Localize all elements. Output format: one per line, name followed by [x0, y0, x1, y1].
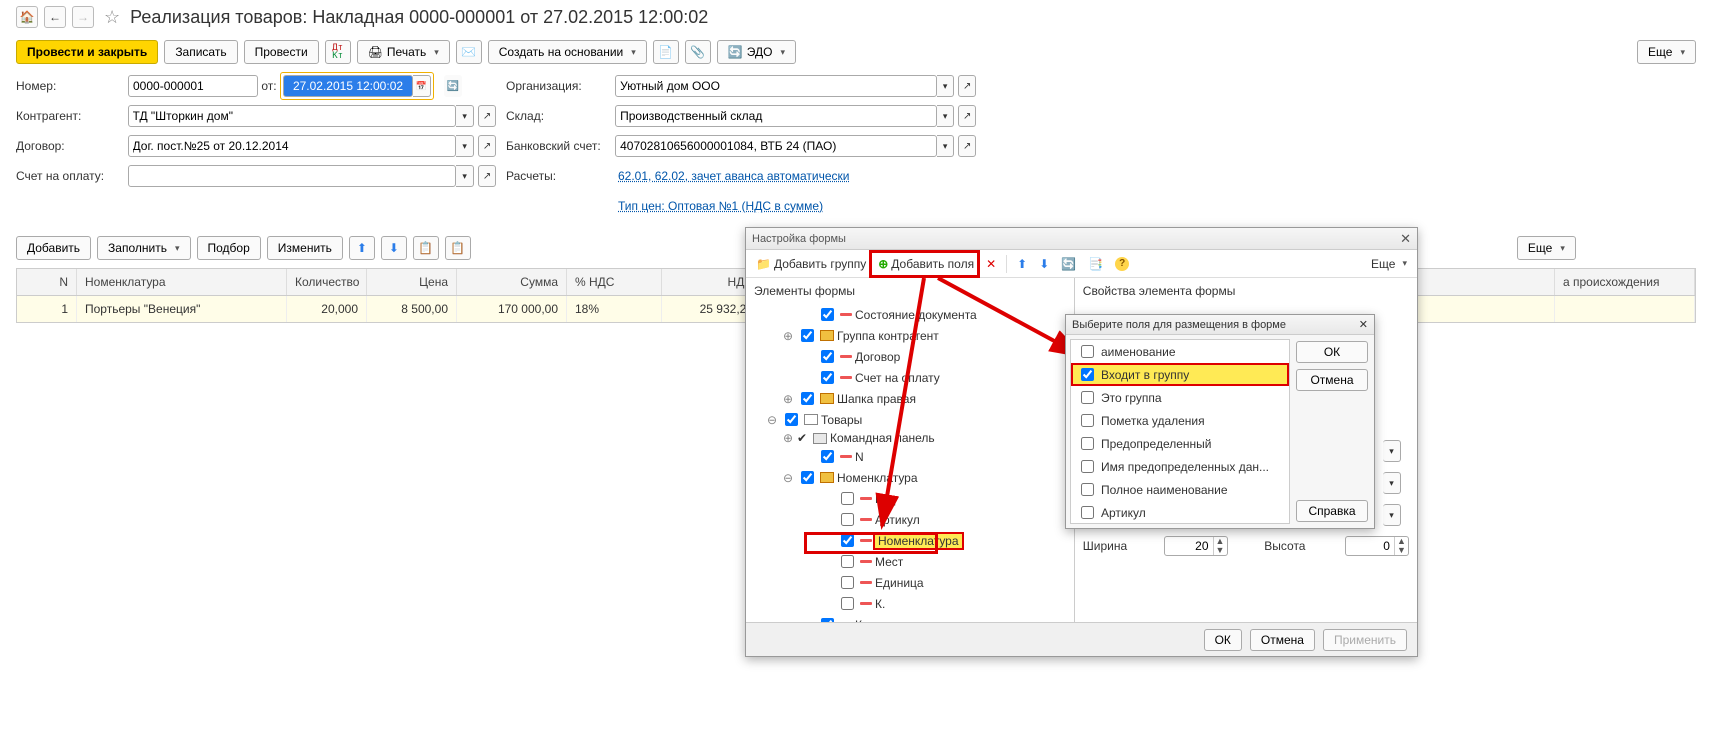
copy-icon[interactable]: 📑: [1084, 255, 1107, 273]
save-button[interactable]: Записать: [164, 40, 237, 64]
col-nomenclature: Номенклатура: [77, 269, 287, 295]
number-input[interactable]: [128, 75, 258, 97]
sub-help-button[interactable]: Справка: [1296, 500, 1368, 522]
tree-nomenclature-selected[interactable]: Номенклатура: [875, 534, 962, 548]
fill-dropdown[interactable]: Заполнить: [97, 236, 190, 260]
create-based-dropdown[interactable]: Создать на основании: [488, 40, 647, 64]
warehouse-dropdown[interactable]: ▾: [937, 105, 955, 127]
invoice-label: Счет на оплату:: [16, 169, 128, 183]
warehouse-label: Склад:: [506, 109, 615, 123]
copy-button-2[interactable]: 📋: [445, 236, 471, 260]
email-button[interactable]: ✉️: [456, 40, 482, 64]
dialog-close-icon[interactable]: ✕: [1400, 231, 1411, 247]
bank-open[interactable]: ↗: [958, 135, 976, 157]
counterparty-label: Контрагент:: [16, 109, 128, 123]
sub-cancel-button[interactable]: Отмена: [1296, 369, 1368, 391]
dialog-title: Настройка формы: [752, 233, 846, 245]
more-dropdown[interactable]: Еще: [1637, 40, 1696, 64]
home-button[interactable]: 🏠: [16, 6, 38, 28]
add-fields-button[interactable]: ⊕Добавить поля: [874, 255, 978, 273]
invoice-open[interactable]: ↗: [478, 165, 496, 187]
select-fields-close-icon[interactable]: ✕: [1359, 318, 1368, 331]
form-elements-title: Элементы формы: [750, 282, 1070, 304]
price-type-link[interactable]: Тип цен: Оптовая №1 (НДС в сумме): [618, 199, 823, 213]
bank-dropdown[interactable]: ▾: [937, 135, 955, 157]
element-properties-title: Свойства элемента формы: [1079, 282, 1413, 304]
width-spinner[interactable]: ▲▼: [1164, 536, 1228, 556]
from-label: от:: [258, 79, 280, 93]
calendar-button[interactable]: 📅: [413, 75, 431, 97]
add-group-button[interactable]: 📁Добавить группу: [752, 255, 870, 273]
settings-ok-button[interactable]: ОК: [1204, 629, 1242, 651]
col-nds-percent: % НДС: [567, 269, 662, 295]
select-button[interactable]: Подбор: [197, 236, 261, 260]
counterparty-input[interactable]: [128, 105, 457, 127]
help-icon[interactable]: ?: [1111, 255, 1133, 273]
copy-button-1[interactable]: 📋: [413, 236, 439, 260]
table-more-dropdown[interactable]: Еще: [1517, 236, 1576, 260]
edo-dropdown[interactable]: 🔄 ЭДО: [717, 40, 796, 64]
settings-apply-button[interactable]: Применить: [1323, 629, 1407, 651]
col-origin: а происхождения: [1555, 269, 1695, 295]
select-fields-title: Выберите поля для размещения в форме: [1072, 319, 1286, 331]
page-title: Реализация товаров: Накладная 0000-00000…: [130, 7, 708, 28]
invoice-dropdown[interactable]: ▾: [456, 165, 474, 187]
settings-more-dropdown[interactable]: Еще: [1367, 255, 1411, 273]
width-label: Ширина: [1083, 539, 1160, 553]
col-quantity: Количество: [287, 269, 367, 295]
move-up-button[interactable]: ⬆: [349, 236, 375, 260]
col-n: N: [17, 269, 77, 295]
calc-label: Расчеты:: [506, 169, 618, 183]
calc-link[interactable]: 62.01, 62.02, зачет аванса автоматически: [618, 169, 849, 183]
delete-button[interactable]: ✕: [982, 255, 1000, 273]
prop-dropdown-3[interactable]: ▾: [1383, 504, 1401, 526]
dtkt-button[interactable]: ДтКт: [325, 40, 351, 64]
attach-button[interactable]: 📎: [685, 40, 711, 64]
forward-button[interactable]: →: [72, 6, 94, 28]
invoice-input[interactable]: [128, 165, 457, 187]
col-price: Цена: [367, 269, 457, 295]
contract-input[interactable]: [128, 135, 457, 157]
date-input[interactable]: [283, 75, 413, 97]
post-button[interactable]: Провести: [244, 40, 319, 64]
post-and-close-button[interactable]: Провести и закрыть: [16, 40, 158, 64]
height-label: Высота: [1264, 539, 1341, 553]
org-input[interactable]: [615, 75, 937, 97]
contract-dropdown[interactable]: ▾: [456, 135, 474, 157]
field-in-group-row: Входит в группу: [1071, 363, 1289, 386]
settings-cancel-button[interactable]: Отмена: [1250, 629, 1315, 651]
available-fields-list[interactable]: аименование Входит в группу Это группа П…: [1070, 339, 1290, 524]
contract-open[interactable]: ↗: [478, 135, 496, 157]
bank-label: Банковский счет:: [506, 139, 615, 153]
org-label: Организация:: [506, 79, 615, 93]
number-label: Номер:: [16, 79, 128, 93]
prop-dropdown-2[interactable]: ▾: [1383, 472, 1401, 494]
move-up-icon[interactable]: ⬆: [1013, 255, 1031, 273]
move-down-button[interactable]: ⬇: [381, 236, 407, 260]
back-button[interactable]: ←: [44, 6, 66, 28]
move-down-icon[interactable]: ⬇: [1035, 255, 1053, 273]
sub-ok-button[interactable]: ОК: [1296, 341, 1368, 363]
warehouse-open[interactable]: ↗: [958, 105, 976, 127]
refresh-icon[interactable]: 🔄: [444, 75, 462, 97]
favorite-icon[interactable]: ☆: [104, 7, 120, 28]
contract-label: Договор:: [16, 139, 128, 153]
counterparty-dropdown[interactable]: ▾: [456, 105, 474, 127]
refresh-tree-icon[interactable]: 🔄: [1057, 255, 1080, 273]
height-spinner[interactable]: ▲▼: [1345, 536, 1409, 556]
bank-input[interactable]: [615, 135, 937, 157]
change-button[interactable]: Изменить: [267, 236, 343, 260]
print-dropdown[interactable]: 🖨 Печать: [357, 40, 450, 64]
structure-button[interactable]: 📄: [653, 40, 679, 64]
select-fields-dialog: Выберите поля для размещения в форме ✕ а…: [1065, 314, 1375, 529]
org-dropdown[interactable]: ▾: [937, 75, 955, 97]
warehouse-input[interactable]: [615, 105, 937, 127]
add-row-button[interactable]: Добавить: [16, 236, 91, 260]
col-sum: Сумма: [457, 269, 567, 295]
prop-dropdown-1[interactable]: ▾: [1383, 440, 1401, 462]
org-open[interactable]: ↗: [958, 75, 976, 97]
counterparty-open[interactable]: ↗: [478, 105, 496, 127]
